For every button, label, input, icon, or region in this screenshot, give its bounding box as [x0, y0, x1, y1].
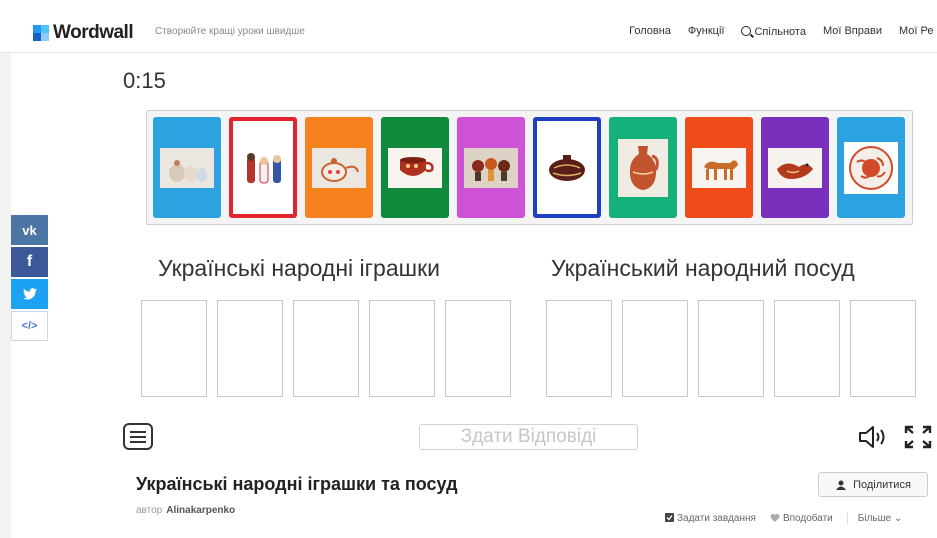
card-image	[464, 147, 518, 188]
menu-icon-bar	[130, 440, 146, 443]
chevron-down-icon: ⌄	[893, 513, 903, 524]
embed-icon: </>	[21, 320, 38, 332]
card-image	[312, 147, 366, 188]
card-image	[388, 147, 442, 188]
nav-home[interactable]: Головна	[629, 25, 671, 38]
search-icon	[741, 26, 752, 36]
twitter-icon	[22, 288, 37, 300]
picture-card[interactable]	[685, 117, 753, 218]
user-icon	[836, 480, 847, 490]
picture-card[interactable]	[229, 117, 297, 218]
menu-icon-bar	[130, 430, 146, 433]
vk-share-button[interactable]: vk	[11, 215, 48, 245]
nav-community-label: Спільнота	[754, 26, 806, 38]
top-strip	[0, 0, 937, 12]
submit-answers-button[interactable]: Здати Відповіді	[419, 424, 638, 450]
menu-icon-bar	[130, 435, 146, 438]
assign-label: Задати завдання	[677, 513, 756, 524]
like-label: Вподобати	[782, 513, 833, 524]
logo-text: Wordwall	[53, 22, 134, 43]
author-prefix: автор	[136, 505, 163, 516]
picture-card[interactable]	[609, 117, 677, 218]
site-header: Wordwall Створюйте кращі уроки швидше Го…	[0, 12, 937, 53]
drop-slot-toys[interactable]	[141, 300, 207, 397]
drop-slot-toys[interactable]	[369, 300, 435, 397]
fullscreen-icon[interactable]	[903, 424, 933, 450]
category-heading-dishes: Український народний посуд	[551, 255, 855, 281]
embed-button[interactable]: </>	[11, 311, 48, 341]
menu-button[interactable]	[123, 423, 153, 450]
tagline: Створюйте кращі уроки швидше	[155, 26, 305, 37]
drop-slot-dishes[interactable]	[774, 300, 840, 397]
more-label: Більше	[857, 513, 892, 524]
share-button[interactable]: Поділитися	[818, 472, 928, 497]
checkbox-icon	[665, 513, 674, 522]
author-link[interactable]: Alinakarpenko	[166, 505, 235, 516]
picture-card[interactable]	[153, 117, 221, 218]
card-image	[618, 138, 668, 197]
drop-slot-toys[interactable]	[293, 300, 359, 397]
wordwall-logo-icon	[33, 25, 49, 41]
activity-actions: Задати завдання Вподобати Більше ⌄	[665, 513, 902, 524]
nav-features[interactable]: Функції	[688, 25, 725, 38]
picture-card[interactable]	[457, 117, 525, 218]
author-line: автор Alinakarpenko	[136, 505, 235, 516]
activity-title: Українські народні іграшки та посуд	[136, 474, 458, 494]
vk-icon: vk	[22, 222, 37, 238]
picture-card[interactable]	[533, 117, 601, 218]
card-image	[540, 147, 594, 188]
card-image	[160, 147, 214, 188]
card-image	[768, 147, 822, 188]
twitter-share-button[interactable]	[11, 279, 48, 309]
facebook-share-button[interactable]: f	[11, 247, 48, 277]
drop-slot-toys[interactable]	[445, 300, 511, 397]
assign-action[interactable]: Задати завдання	[665, 513, 756, 524]
card-image	[844, 141, 898, 194]
drop-slot-dishes[interactable]	[850, 300, 916, 397]
drop-slot-dishes[interactable]	[546, 300, 612, 397]
drop-slot-toys[interactable]	[217, 300, 283, 397]
left-gutter	[0, 53, 11, 538]
heart-icon	[770, 514, 780, 522]
share-sidebar: vk f </>	[11, 215, 48, 343]
wordwall-logo[interactable]: Wordwall	[33, 22, 134, 44]
top-nav: Головна Функції Спільнота Мої Вправи Мої…	[629, 25, 937, 38]
nav-my-results[interactable]: Мої Ре	[899, 25, 937, 38]
nav-community[interactable]: Спільнота	[741, 25, 806, 38]
timer: 0:15	[123, 68, 166, 93]
sound-icon[interactable]	[857, 425, 887, 449]
more-action[interactable]: Більше ⌄	[846, 513, 903, 524]
picture-card[interactable]	[305, 117, 373, 218]
card-tray	[146, 110, 913, 225]
picture-card[interactable]	[761, 117, 829, 218]
picture-card[interactable]	[837, 117, 905, 218]
drop-slot-dishes[interactable]	[622, 300, 688, 397]
card-image	[236, 147, 290, 188]
category-heading-toys: Українські народні іграшки	[158, 255, 440, 281]
nav-my-activities[interactable]: Мої Вправи	[823, 25, 882, 38]
facebook-icon: f	[26, 253, 33, 270]
card-image	[692, 147, 746, 188]
share-label: Поділитися	[853, 478, 911, 491]
picture-card[interactable]	[381, 117, 449, 218]
like-action[interactable]: Вподобати	[770, 513, 833, 524]
drop-slot-dishes[interactable]	[698, 300, 764, 397]
